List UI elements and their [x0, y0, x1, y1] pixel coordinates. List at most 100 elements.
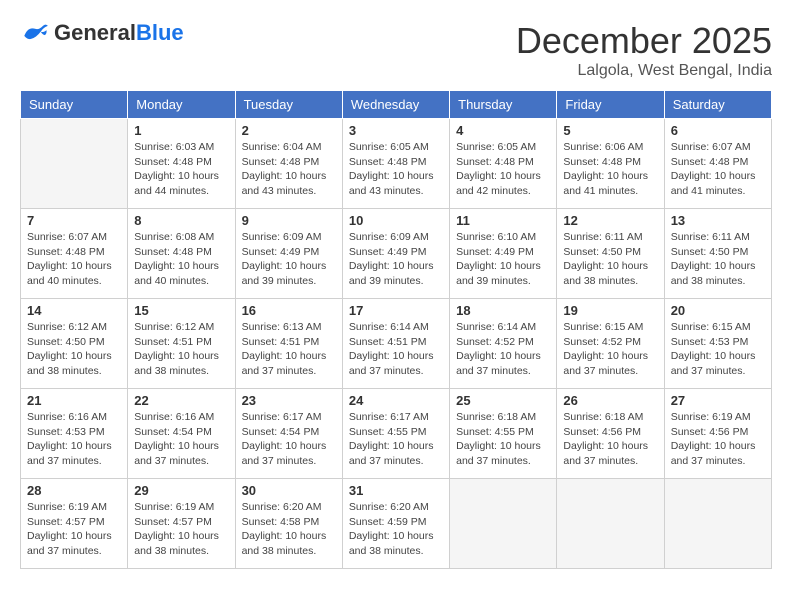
title-block: December 2025 Lalgola, West Bengal, Indi… — [516, 20, 772, 80]
calendar-cell — [450, 479, 557, 569]
day-number: 4 — [456, 123, 550, 138]
day-number: 21 — [27, 393, 121, 408]
calendar-table: SundayMondayTuesdayWednesdayThursdayFrid… — [20, 90, 772, 569]
calendar-cell: 30 Sunrise: 6:20 AMSunset: 4:58 PMDayligh… — [235, 479, 342, 569]
calendar-cell: 24 Sunrise: 6:17 AMSunset: 4:55 PMDayligh… — [342, 389, 449, 479]
day-number: 16 — [242, 303, 336, 318]
day-info: Sunrise: 6:12 AMSunset: 4:50 PMDaylight:… — [27, 320, 121, 379]
day-number: 11 — [456, 213, 550, 228]
calendar-cell: 17Sunrise: 6:14 AMSunset: 4:51 PMDayligh… — [342, 299, 449, 389]
page-header: General Blue December 2025 Lalgola, West… — [20, 20, 772, 80]
column-header-wednesday: Wednesday — [342, 91, 449, 119]
calendar-cell: 7 Sunrise: 6:07 AMSunset: 4:48 PMDaylight… — [21, 209, 128, 299]
day-number: 12 — [563, 213, 657, 228]
column-header-thursday: Thursday — [450, 91, 557, 119]
day-info: Sunrise: 6:20 AMSunset: 4:58 PMDaylight:… — [242, 500, 336, 559]
calendar-cell: 29 Sunrise: 6:19 AMSunset: 4:57 PMDayligh… — [128, 479, 235, 569]
day-number: 24 — [349, 393, 443, 408]
day-info: Sunrise: 6:20 AMSunset: 4:59 PMDaylight:… — [349, 500, 443, 559]
column-header-tuesday: Tuesday — [235, 91, 342, 119]
calendar-cell: 6 Sunrise: 6:07 AMSunset: 4:48 PMDaylight… — [664, 119, 771, 209]
calendar-cell: 5 Sunrise: 6:06 AMSunset: 4:48 PMDaylight… — [557, 119, 664, 209]
day-info: Sunrise: 6:15 AMSunset: 4:52 PMDaylight:… — [563, 320, 657, 379]
day-info: Sunrise: 6:14 AMSunset: 4:52 PMDaylight:… — [456, 320, 550, 379]
day-number: 29 — [134, 483, 228, 498]
calendar-cell: 28 Sunrise: 6:19 AMSunset: 4:57 PMDayligh… — [21, 479, 128, 569]
calendar-cell: 13 Sunrise: 6:11 AMSunset: 4:50 PMDayligh… — [664, 209, 771, 299]
calendar-cell: 9 Sunrise: 6:09 AMSunset: 4:49 PMDaylight… — [235, 209, 342, 299]
day-number: 2 — [242, 123, 336, 138]
day-info: Sunrise: 6:11 AMSunset: 4:50 PMDaylight:… — [563, 230, 657, 289]
calendar-cell: 15 Sunrise: 6:12 AMSunset: 4:51 PMDayligh… — [128, 299, 235, 389]
calendar-cell: 1Sunrise: 6:03 AMSunset: 4:48 PMDaylight… — [128, 119, 235, 209]
day-number: 26 — [563, 393, 657, 408]
day-info: Sunrise: 6:12 AMSunset: 4:51 PMDaylight:… — [134, 320, 228, 379]
day-info: Sunrise: 6:08 AMSunset: 4:48 PMDaylight:… — [134, 230, 228, 289]
column-header-sunday: Sunday — [21, 91, 128, 119]
day-number: 7 — [27, 213, 121, 228]
calendar-cell: 16Sunrise: 6:13 AMSunset: 4:51 PMDayligh… — [235, 299, 342, 389]
day-info: Sunrise: 6:18 AMSunset: 4:56 PMDaylight:… — [563, 410, 657, 469]
calendar-cell: 12 Sunrise: 6:11 AMSunset: 4:50 PMDayligh… — [557, 209, 664, 299]
calendar-cell: 27Sunrise: 6:19 AMSunset: 4:56 PMDayligh… — [664, 389, 771, 479]
day-number: 6 — [671, 123, 765, 138]
calendar-cell: 11 Sunrise: 6:10 AMSunset: 4:49 PMDayligh… — [450, 209, 557, 299]
calendar-cell: 8 Sunrise: 6:08 AMSunset: 4:48 PMDaylight… — [128, 209, 235, 299]
day-number: 25 — [456, 393, 550, 408]
calendar-cell: 20Sunrise: 6:15 AMSunset: 4:53 PMDayligh… — [664, 299, 771, 389]
day-number: 10 — [349, 213, 443, 228]
week-row-5: 28 Sunrise: 6:19 AMSunset: 4:57 PMDayligh… — [21, 479, 772, 569]
day-number: 8 — [134, 213, 228, 228]
calendar-cell: 3Sunrise: 6:05 AMSunset: 4:48 PMDaylight… — [342, 119, 449, 209]
day-number: 5 — [563, 123, 657, 138]
calendar-cell: 31 Sunrise: 6:20 AMSunset: 4:59 PMDayligh… — [342, 479, 449, 569]
day-number: 30 — [242, 483, 336, 498]
day-number: 23 — [242, 393, 336, 408]
calendar-header-row: SundayMondayTuesdayWednesdayThursdayFrid… — [21, 91, 772, 119]
calendar-cell: 26 Sunrise: 6:18 AMSunset: 4:56 PMDayligh… — [557, 389, 664, 479]
day-info: Sunrise: 6:07 AMSunset: 4:48 PMDaylight:… — [27, 230, 121, 289]
week-row-3: 14 Sunrise: 6:12 AMSunset: 4:50 PMDayligh… — [21, 299, 772, 389]
day-number: 19 — [563, 303, 657, 318]
calendar-cell: 25 Sunrise: 6:18 AMSunset: 4:55 PMDayligh… — [450, 389, 557, 479]
calendar-cell — [664, 479, 771, 569]
day-info: Sunrise: 6:18 AMSunset: 4:55 PMDaylight:… — [456, 410, 550, 469]
calendar-cell: 23 Sunrise: 6:17 AMSunset: 4:54 PMDayligh… — [235, 389, 342, 479]
day-info: Sunrise: 6:17 AMSunset: 4:55 PMDaylight:… — [349, 410, 443, 469]
day-number: 15 — [134, 303, 228, 318]
column-header-saturday: Saturday — [664, 91, 771, 119]
week-row-2: 7 Sunrise: 6:07 AMSunset: 4:48 PMDaylight… — [21, 209, 772, 299]
day-number: 9 — [242, 213, 336, 228]
month-title: December 2025 — [516, 20, 772, 62]
day-info: Sunrise: 6:19 AMSunset: 4:57 PMDaylight:… — [134, 500, 228, 559]
calendar-cell — [21, 119, 128, 209]
day-info: Sunrise: 6:09 AMSunset: 4:49 PMDaylight:… — [242, 230, 336, 289]
logo-general: General — [54, 20, 136, 46]
calendar-cell: 22Sunrise: 6:16 AMSunset: 4:54 PMDayligh… — [128, 389, 235, 479]
day-info: Sunrise: 6:11 AMSunset: 4:50 PMDaylight:… — [671, 230, 765, 289]
day-info: Sunrise: 6:03 AMSunset: 4:48 PMDaylight:… — [134, 140, 228, 199]
calendar-cell: 4Sunrise: 6:05 AMSunset: 4:48 PMDaylight… — [450, 119, 557, 209]
day-info: Sunrise: 6:06 AMSunset: 4:48 PMDaylight:… — [563, 140, 657, 199]
day-info: Sunrise: 6:19 AMSunset: 4:56 PMDaylight:… — [671, 410, 765, 469]
day-number: 28 — [27, 483, 121, 498]
column-header-friday: Friday — [557, 91, 664, 119]
day-info: Sunrise: 6:16 AMSunset: 4:54 PMDaylight:… — [134, 410, 228, 469]
week-row-1: 1Sunrise: 6:03 AMSunset: 4:48 PMDaylight… — [21, 119, 772, 209]
day-info: Sunrise: 6:19 AMSunset: 4:57 PMDaylight:… — [27, 500, 121, 559]
calendar-cell: 18Sunrise: 6:14 AMSunset: 4:52 PMDayligh… — [450, 299, 557, 389]
day-number: 13 — [671, 213, 765, 228]
day-info: Sunrise: 6:17 AMSunset: 4:54 PMDaylight:… — [242, 410, 336, 469]
calendar-cell: 21 Sunrise: 6:16 AMSunset: 4:53 PMDayligh… — [21, 389, 128, 479]
column-header-monday: Monday — [128, 91, 235, 119]
calendar-cell — [557, 479, 664, 569]
day-info: Sunrise: 6:16 AMSunset: 4:53 PMDaylight:… — [27, 410, 121, 469]
day-info: Sunrise: 6:07 AMSunset: 4:48 PMDaylight:… — [671, 140, 765, 199]
calendar-cell: 14 Sunrise: 6:12 AMSunset: 4:50 PMDayligh… — [21, 299, 128, 389]
day-number: 14 — [27, 303, 121, 318]
logo-icon — [20, 23, 50, 43]
day-info: Sunrise: 6:09 AMSunset: 4:49 PMDaylight:… — [349, 230, 443, 289]
calendar-cell: 19 Sunrise: 6:15 AMSunset: 4:52 PMDayligh… — [557, 299, 664, 389]
day-info: Sunrise: 6:10 AMSunset: 4:49 PMDaylight:… — [456, 230, 550, 289]
day-number: 31 — [349, 483, 443, 498]
